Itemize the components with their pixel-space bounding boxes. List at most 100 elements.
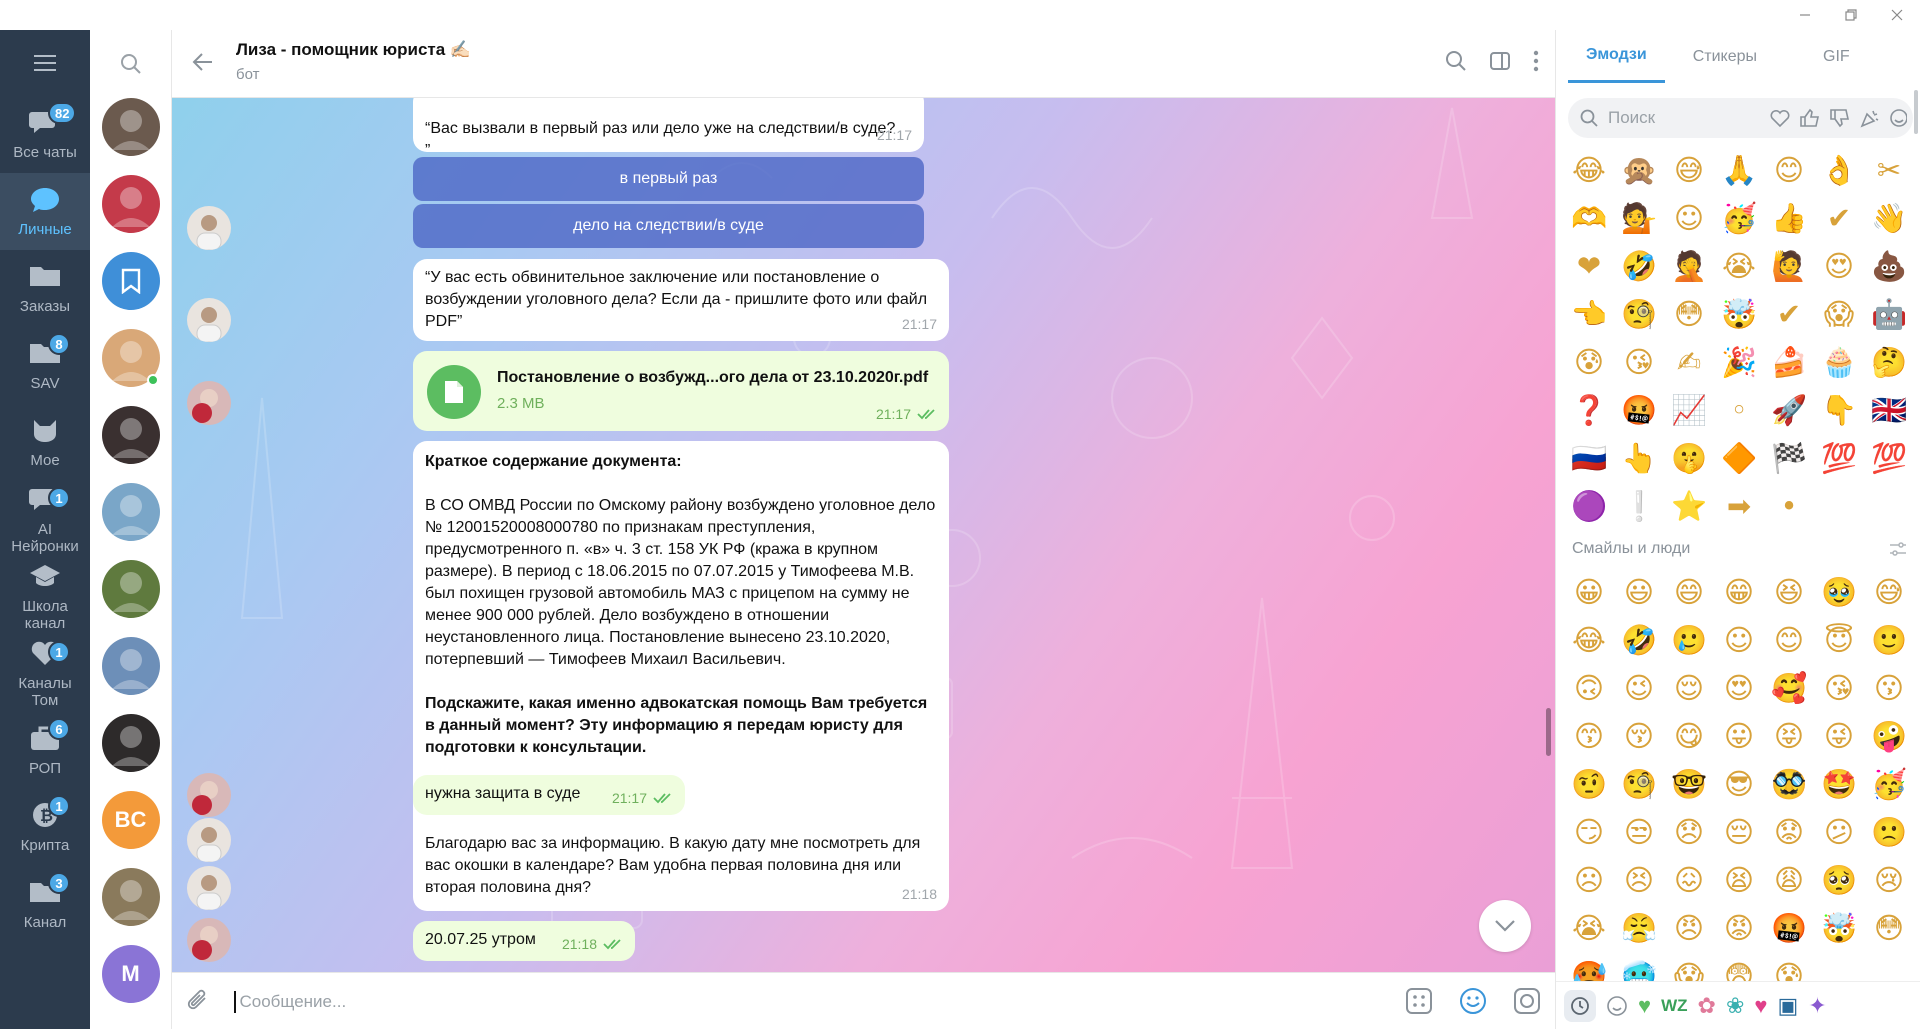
user-avatar[interactable] (187, 381, 231, 425)
tab-gif[interactable]: GIF (1805, 30, 1868, 83)
emoji-item[interactable]: 🙁 (1864, 808, 1914, 856)
emoji-pack-heart-icon[interactable]: ♥ (1754, 993, 1767, 1019)
saved-messages-avatar[interactable] (101, 252, 160, 310)
chat-avatar[interactable] (101, 560, 160, 618)
emoji-item[interactable]: 🍰 (1764, 338, 1814, 386)
emoji-item[interactable]: 😠 (1664, 904, 1714, 952)
emoji-item[interactable]: 🤬 (1764, 904, 1814, 952)
emoji-item[interactable]: 🤯 (1814, 904, 1864, 952)
emoji-item[interactable]: 🤓 (1664, 760, 1714, 808)
emoji-item[interactable]: ➡ (1714, 482, 1764, 530)
emoji-item[interactable]: 😍 (1814, 242, 1864, 290)
emoji-item[interactable]: 😂 (1564, 146, 1614, 194)
emoji-item[interactable]: 😅 (1864, 568, 1914, 616)
emoji-item[interactable]: 😋 (1664, 712, 1714, 760)
messages-area[interactable]: “Вас вызвали в первый раз или дело уже н… (172, 98, 1555, 972)
chat-avatar[interactable] (101, 483, 160, 541)
emoji-item[interactable]: 🙂 (1864, 616, 1914, 664)
emoji-pack-green-hand-icon[interactable]: ♥ (1638, 993, 1651, 1019)
sidebar-toggle-icon[interactable] (1489, 50, 1511, 72)
emoji-item[interactable]: 🟣 (1564, 482, 1614, 530)
emoji-item[interactable]: ❓ (1564, 386, 1614, 434)
emoji-item[interactable]: 👋 (1864, 194, 1914, 242)
emoji-item[interactable]: 🙊 (1614, 146, 1664, 194)
scroll-to-bottom-button[interactable] (1479, 900, 1531, 952)
emoji-item[interactable]: 👆 (1614, 434, 1664, 482)
emoji-item[interactable]: 😝 (1764, 712, 1814, 760)
emoji-item[interactable]: 🥹 (1814, 568, 1864, 616)
emoji-item[interactable]: 🏁 (1764, 434, 1814, 482)
party-icon[interactable] (1859, 108, 1881, 128)
thumbs-up-icon[interactable] (1799, 108, 1821, 128)
emoji-item[interactable]: 😙 (1564, 712, 1614, 760)
emoji-item[interactable]: • (1764, 482, 1814, 530)
emoji-item[interactable]: 😇 (1814, 616, 1864, 664)
emoji-item[interactable]: ✍ (1664, 338, 1714, 386)
emoji-item[interactable]: 💯 (1814, 434, 1864, 482)
settings-sliders-icon[interactable] (1889, 541, 1907, 557)
emoji-item[interactable]: 🤪 (1864, 712, 1914, 760)
emoji-item[interactable]: 🤯 (1714, 290, 1764, 338)
emoji-item[interactable]: 😣 (1614, 856, 1664, 904)
emoji-item[interactable]: 🧐 (1614, 290, 1664, 338)
emoji-item[interactable]: 🙏 (1714, 146, 1764, 194)
thumbs-down-icon[interactable] (1829, 108, 1851, 128)
emoji-item[interactable]: 🫶 (1564, 194, 1614, 242)
chat-avatar[interactable] (101, 406, 160, 464)
folder-item[interactable]: 82 Все чаты (0, 96, 90, 173)
chat-avatar[interactable]: BC (101, 791, 160, 849)
emoji-item[interactable]: 🧐 (1614, 760, 1664, 808)
emoji-item[interactable]: 🚀 (1764, 386, 1814, 434)
emoji-item[interactable]: 🤫 (1664, 434, 1714, 482)
emoji-item[interactable]: 😂 (1564, 616, 1614, 664)
emoji-item[interactable]: 👍 (1764, 194, 1814, 242)
emoji-item[interactable]: 😍 (1714, 664, 1764, 712)
emoji-item[interactable]: 🤦 (1664, 242, 1714, 290)
folder-item[interactable]: Школа канал (0, 558, 90, 635)
emoji-item[interactable]: ✔ (1764, 290, 1814, 338)
emoji-item[interactable]: 🤔 (1864, 338, 1914, 386)
emoji-item[interactable]: 🇬🇧 (1864, 386, 1914, 434)
emoji-item[interactable]: 🤣 (1614, 616, 1664, 664)
emoji-item[interactable]: 😎 (1714, 760, 1764, 808)
emoji-item[interactable]: 😜 (1814, 712, 1864, 760)
emoji-item[interactable]: 🤬 (1614, 386, 1664, 434)
emoji-item[interactable]: 🤩 (1814, 760, 1864, 808)
bot-avatar[interactable] (187, 818, 231, 862)
emoji-item[interactable]: ❤ (1564, 242, 1614, 290)
chat-avatar[interactable] (101, 175, 160, 233)
messages-scrollbar[interactable] (1546, 708, 1551, 756)
emoji-item[interactable]: 🥰 (1764, 664, 1814, 712)
folder-item[interactable]: ₿ 1 Крипта (0, 789, 90, 866)
smile-icon[interactable] (1889, 108, 1907, 128)
emoji-item[interactable]: ◦ (1714, 386, 1764, 434)
emoji-item[interactable]: ☺ (1664, 194, 1714, 242)
emoji-pack-wz-icon[interactable]: WZ (1661, 996, 1687, 1016)
emoji-pack-lotus-icon[interactable]: ❀ (1726, 993, 1744, 1019)
emoji-item[interactable]: 😕 (1814, 808, 1864, 856)
emoji-item[interactable]: ❕ (1614, 482, 1664, 530)
emoji-item[interactable]: 😉 (1614, 664, 1664, 712)
emoji-item[interactable]: 😳 (1664, 290, 1714, 338)
minimize-button[interactable] (1782, 0, 1828, 30)
emoji-item[interactable]: 🤨 (1564, 760, 1614, 808)
restore-button[interactable] (1828, 0, 1874, 30)
emoji-item[interactable]: 😟 (1764, 808, 1814, 856)
emoji-item[interactable]: 😏 (1564, 808, 1614, 856)
emoji-item[interactable]: 🧁 (1814, 338, 1864, 386)
emoji-item[interactable]: 😘 (1814, 664, 1864, 712)
attach-button[interactable] (186, 989, 212, 1020)
emoji-item[interactable]: 😃 (1614, 568, 1664, 616)
emoji-item[interactable]: 😰 (1564, 338, 1614, 386)
chat-title[interactable]: Лиза - помощник юриста ✍🏻 (236, 40, 471, 60)
emoji-item[interactable]: ☹ (1564, 856, 1614, 904)
emoji-item[interactable]: 😒 (1614, 808, 1664, 856)
folder-item[interactable]: 1 AI Нейронки (0, 481, 90, 558)
emoji-item[interactable]: 😘 (1614, 338, 1664, 386)
emoji-item[interactable]: 😩 (1764, 856, 1814, 904)
emoji-item[interactable]: 🥸 (1764, 760, 1814, 808)
emoji-item[interactable]: ☺ (1714, 616, 1764, 664)
folder-item[interactable]: 8 SAV (0, 327, 90, 404)
emoji-item[interactable]: 👇 (1814, 386, 1864, 434)
chat-avatar[interactable]: M (101, 945, 160, 1003)
